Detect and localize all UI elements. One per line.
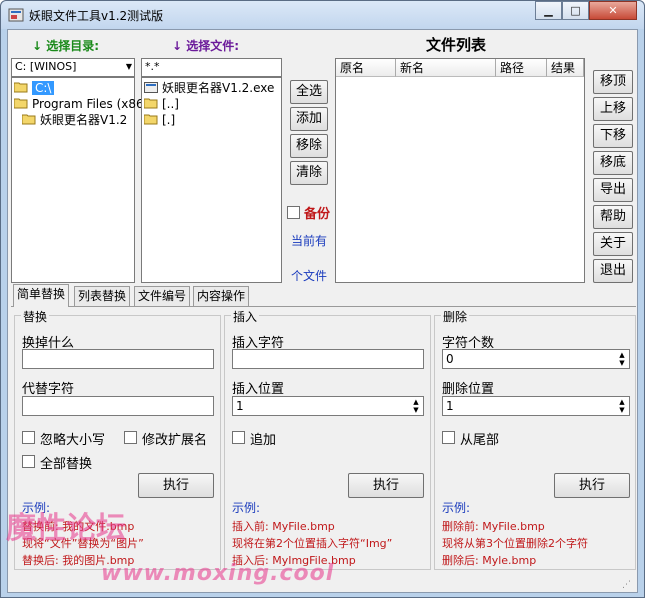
select-file-label: ↓ 选择文件: (172, 39, 240, 53)
tab-content-ops[interactable]: 内容操作 (193, 286, 250, 306)
insert-group-title: 插入 (231, 308, 260, 325)
from-end-checkbox[interactable] (442, 431, 455, 444)
move-bottom-button[interactable]: 移底 (593, 151, 633, 175)
delete-example-title: 示例: (442, 501, 471, 515)
file-count-text: 当前有 (291, 234, 328, 248)
tree-item[interactable]: 妖眼更名器V1.2 (22, 112, 127, 128)
replace-all-checkbox[interactable] (22, 455, 35, 468)
replace-all-label: 全部替换 (40, 457, 93, 472)
folder-icon (144, 98, 158, 109)
tab-divider (11, 306, 636, 307)
insert-char-input[interactable] (232, 349, 424, 369)
move-top-button[interactable]: 移顶 (593, 70, 633, 94)
spin-arrows-icon[interactable]: ▲ ▼ (410, 398, 422, 414)
folder-icon (144, 114, 158, 125)
move-up-button[interactable]: 上移 (593, 97, 633, 121)
file-filter-input[interactable]: *.* (141, 58, 282, 77)
delete-group-title: 删除 (441, 308, 470, 325)
insert-example-line: 插入前: MyFile.bmp (232, 520, 335, 533)
arrow-down-icon: ↓ (32, 39, 43, 53)
drive-select[interactable]: C: [WINOS] ▼ (11, 58, 135, 77)
delete-pos-stepper[interactable]: 1 ▲ ▼ (442, 396, 630, 416)
modify-ext-checkbox[interactable] (124, 431, 137, 444)
drive-value: C: [WINOS] (15, 60, 77, 73)
replace-execute-button[interactable]: 执行 (138, 473, 214, 498)
tab-list-replace[interactable]: 列表替换 (74, 286, 131, 306)
insert-pos-stepper[interactable]: 1 ▲ ▼ (232, 396, 424, 416)
tree-item[interactable]: Program Files (x86) (14, 96, 148, 112)
append-label: 追加 (250, 433, 277, 448)
delete-example-line: 删除后: Myle.bmp (442, 554, 537, 567)
file-item[interactable]: 妖眼更名器V1.2.exe (144, 80, 274, 96)
help-button[interactable]: 帮助 (593, 205, 633, 229)
file-item[interactable]: [..] (144, 96, 179, 112)
column-header[interactable]: 原名 (336, 59, 396, 77)
app-window: 妖眼文件工具v1.2测试版 ▁ □ ✕ ↓ 选择目录: ↓ 选择文件: 文件列表… (0, 0, 645, 598)
exe-file-icon (144, 82, 158, 93)
replace-with-label: 代替字符 (22, 382, 75, 397)
delete-example-line: 现将从第3个位置删除2个字符 (442, 537, 588, 550)
delete-example-line: 删除前: MyFile.bmp (442, 520, 545, 533)
column-header[interactable]: 结果 (547, 59, 584, 77)
clear-button[interactable]: 清除 (290, 161, 328, 185)
folder-open-icon (14, 98, 28, 109)
from-end-label: 从尾部 (460, 433, 500, 448)
modify-ext-label: 修改扩展名 (142, 433, 208, 448)
append-checkbox[interactable] (232, 431, 245, 444)
tab-file-number[interactable]: 文件编号 (134, 286, 191, 306)
select-dir-label: ↓ 选择目录: (32, 39, 100, 53)
tree-item[interactable]: C:\ (14, 80, 55, 96)
add-button[interactable]: 添加 (290, 107, 328, 131)
insert-group: 插入 插入字符 插入位置 1 ▲ ▼ 追加 执行 示例: 插入前: MyFile.… (224, 308, 431, 570)
app-icon (8, 8, 24, 22)
file-browser-list[interactable]: 妖眼更名器V1.2.exe [..] [.] (141, 77, 282, 283)
spin-arrows-icon[interactable]: ▲ ▼ (616, 398, 628, 414)
insert-example-title: 示例: (232, 501, 261, 515)
column-header[interactable]: 路径 (496, 59, 547, 77)
move-down-button[interactable]: 下移 (593, 124, 633, 148)
folder-open-icon (22, 114, 36, 125)
ignore-case-label: 忽略大小写 (40, 433, 106, 448)
remove-button[interactable]: 移除 (290, 134, 328, 158)
file-count-suffix: 个文件 (291, 269, 328, 283)
spin-arrows-icon[interactable]: ▲ ▼ (616, 351, 628, 367)
column-header[interactable]: 新名 (396, 59, 496, 77)
watermark-url: www.moxing.cool (101, 561, 335, 586)
about-button[interactable]: 关于 (593, 232, 633, 256)
file-list-table[interactable]: 原名 新名 路径 结果 (335, 58, 585, 283)
delete-execute-button[interactable]: 执行 (554, 473, 630, 498)
delete-group: 删除 字符个数 0 ▲ ▼ 删除位置 1 ▲ ▼ 从尾部 执行 示例: 删除前: M… (434, 308, 636, 570)
insert-example-line: 现将在第2个位置插入字符“Img” (232, 537, 393, 550)
chevron-down-icon[interactable]: ▼ (126, 62, 132, 71)
ignore-case-checkbox[interactable] (22, 431, 35, 444)
window-title: 妖眼文件工具v1.2测试版 (29, 9, 164, 23)
backup-checkbox[interactable] (287, 206, 300, 219)
directory-tree[interactable]: C:\ Program Files (x86) 妖眼更名器V1.2 (11, 77, 148, 283)
delete-count-stepper[interactable]: 0 ▲ ▼ (442, 349, 630, 369)
insert-execute-button[interactable]: 执行 (348, 473, 424, 498)
maximize-button[interactable]: □ (562, 1, 589, 20)
file-item[interactable]: [.] (144, 112, 175, 128)
resize-grip-icon[interactable]: ⋰ (622, 580, 636, 592)
watermark-logo: 魔性论坛 (6, 511, 126, 546)
folder-open-icon (14, 82, 28, 93)
find-input[interactable] (22, 349, 214, 369)
select-all-button[interactable]: 全选 (290, 80, 328, 104)
backup-label: 备份 (304, 207, 331, 222)
tab-simple-replace[interactable]: 简单替换 (13, 284, 70, 307)
delete-pos-label: 删除位置 (442, 382, 495, 397)
export-button[interactable]: 导出 (593, 178, 633, 202)
exit-button[interactable]: 退出 (593, 259, 633, 283)
title-bar[interactable]: 妖眼文件工具v1.2测试版 ▁ □ ✕ (1, 1, 644, 29)
replace-with-input[interactable] (22, 396, 214, 416)
file-list-title: 文件列表 (426, 36, 487, 54)
insert-pos-label: 插入位置 (232, 382, 285, 397)
minimize-button[interactable]: ▁ (535, 1, 562, 20)
replace-group-title: 替换 (21, 308, 50, 325)
arrow-down-icon: ↓ (172, 39, 183, 53)
close-button[interactable]: ✕ (589, 1, 637, 20)
